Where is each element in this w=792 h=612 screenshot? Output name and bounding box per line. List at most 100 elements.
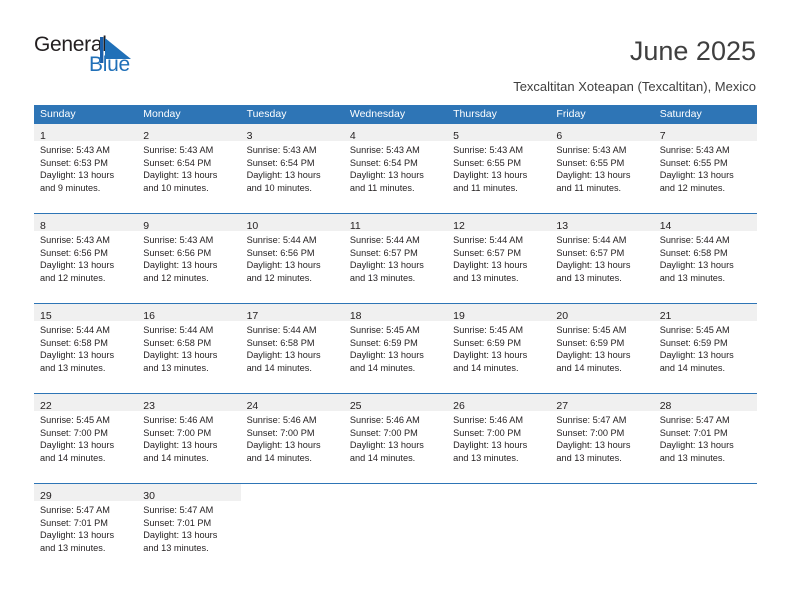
general-blue-logo[interactable]: General Blue <box>34 33 164 81</box>
day-number: 20 <box>556 310 569 322</box>
calendar-day-cell[interactable]: 26 Sunrise: 5:46 AM Sunset: 7:00 PM Dayligh… <box>447 394 551 483</box>
sunset-text: Sunset: 6:55 PM <box>453 157 522 168</box>
daylight-text-line1: Daylight: 13 hours <box>349 350 424 361</box>
daylight-text-line2: and 14 minutes. <box>40 452 106 463</box>
calendar-day-cell[interactable]: 10 Sunrise: 5:44 AM Sunset: 6:56 PM Dayligh… <box>240 214 344 303</box>
sunrise-text: Sunrise: 5:46 AM <box>143 415 214 425</box>
calendar-day-cell[interactable]: 12 Sunrise: 5:44 AM Sunset: 6:57 PM Dayligh… <box>447 214 551 303</box>
daylight-text-line2: and 14 minutes. <box>453 362 519 373</box>
day-number-band: 26 <box>447 394 551 412</box>
day-number: 12 <box>453 220 465 232</box>
page-title: June 2025 <box>629 36 756 66</box>
daylight-text-line1: Daylight: 13 hours <box>453 350 528 361</box>
daylight-text-line2: and 13 minutes. <box>556 272 622 283</box>
calendar-day-cell[interactable]: 17 Sunrise: 5:44 AM Sunset: 6:58 PM Dayligh… <box>240 304 344 393</box>
calendar-day-cell[interactable]: 7 Sunrise: 5:43 AM Sunset: 6:55 PM Daylight… <box>653 124 757 213</box>
daylight-text-line1: Daylight: 13 hours <box>659 260 734 271</box>
daylight-text-line2: and 11 minutes. <box>453 182 518 193</box>
calendar-day-cell[interactable]: 28 Sunrise: 5:47 AM Sunset: 7:01 PM Dayligh… <box>653 394 757 483</box>
day-number-band: 4 <box>343 124 448 142</box>
day-details: Sunrise: 5:43 AM Sunset: 6:53 PM Daylight:… <box>34 141 137 194</box>
daylight-text-line2: and 12 minutes. <box>40 272 106 283</box>
day-number: 14 <box>659 220 672 232</box>
calendar-day-cell[interactable]: 16 Sunrise: 5:44 AM Sunset: 6:58 PM Dayligh… <box>137 304 241 393</box>
calendar-day-cell[interactable]: 8 Sunrise: 5:43 AM Sunset: 6:56 PM Daylight… <box>34 214 138 303</box>
day-details: Sunrise: 5:45 AM Sunset: 7:00 PM Daylight:… <box>34 411 137 464</box>
sunrise-text: Sunrise: 5:43 AM <box>40 145 110 155</box>
daylight-text-line2: and 13 minutes. <box>349 272 416 283</box>
day-number-band: 16 <box>137 304 241 322</box>
daylight-text-line2: and 13 minutes. <box>453 272 519 283</box>
calendar-day-cell[interactable]: 5 Sunrise: 5:43 AM Sunset: 6:55 PM Daylight… <box>447 124 551 213</box>
day-number-band: 19 <box>447 304 551 322</box>
calendar-day-cell[interactable]: 15 Sunrise: 5:44 AM Sunset: 6:58 PM Dayligh… <box>34 304 138 393</box>
calendar-day-cell[interactable]: 19 Sunrise: 5:45 AM Sunset: 6:59 PM Dayligh… <box>447 304 551 393</box>
sunrise-text: Sunrise: 5:43 AM <box>349 145 420 155</box>
sunrise-text: Sunrise: 5:44 AM <box>349 235 420 245</box>
calendar-day-cell[interactable]: 14 Sunrise: 5:44 AM Sunset: 6:58 PM Dayligh… <box>653 214 757 303</box>
sunset-text: Sunset: 7:00 PM <box>556 427 625 438</box>
sunrise-text: Sunrise: 5:47 AM <box>40 505 110 515</box>
day-details: Sunrise: 5:44 AM Sunset: 6:58 PM Daylight:… <box>241 321 344 374</box>
calendar-day-cell[interactable]: 1 Sunrise: 5:43 AM Sunset: 6:53 PM Daylight… <box>34 124 138 213</box>
day-details: Sunrise: 5:47 AM Sunset: 7:01 PM Daylight:… <box>34 501 137 554</box>
calendar-day-cell[interactable]: 20 Sunrise: 5:45 AM Sunset: 6:59 PM Dayligh… <box>550 304 654 393</box>
calendar-day-cell[interactable]: 21 Sunrise: 5:45 AM Sunset: 6:59 PM Dayligh… <box>653 304 757 393</box>
day-details: Sunrise: 5:44 AM Sunset: 6:58 PM Daylight:… <box>34 321 137 374</box>
daylight-text-line2: and 13 minutes. <box>453 452 519 463</box>
sunset-text: Sunset: 7:01 PM <box>659 427 728 438</box>
calendar-day-cell[interactable]: 6 Sunrise: 5:43 AM Sunset: 6:55 PM Daylight… <box>550 124 654 213</box>
sunset-text: Sunset: 6:53 PM <box>40 157 108 168</box>
day-details: Sunrise: 5:45 AM Sunset: 6:59 PM Daylight:… <box>344 321 447 374</box>
day-details: Sunrise: 5:46 AM Sunset: 7:00 PM Daylight:… <box>137 411 240 464</box>
day-number-band: 22 <box>34 394 138 412</box>
sunset-text: Sunset: 6:57 PM <box>453 247 522 258</box>
daylight-text-line2: and 13 minutes. <box>143 542 209 553</box>
day-details <box>241 501 344 504</box>
sunrise-text: Sunrise: 5:44 AM <box>556 235 627 245</box>
day-details: Sunrise: 5:45 AM Sunset: 6:59 PM Daylight:… <box>447 321 550 374</box>
day-number-band: 3 <box>240 124 344 142</box>
daylight-text-line2: and 14 minutes. <box>556 362 622 373</box>
day-details: Sunrise: 5:43 AM Sunset: 6:54 PM Daylight:… <box>241 141 344 194</box>
sunrise-text: Sunrise: 5:43 AM <box>143 235 214 245</box>
calendar-day-cell[interactable]: 23 Sunrise: 5:46 AM Sunset: 7:00 PM Dayligh… <box>137 394 241 483</box>
day-number: 5 <box>453 130 459 142</box>
daylight-text-line2: and 13 minutes. <box>143 362 209 373</box>
day-number-band: 20 <box>550 304 654 322</box>
calendar-day-cell[interactable]: 13 Sunrise: 5:44 AM Sunset: 6:57 PM Dayligh… <box>550 214 654 303</box>
sunrise-text: Sunrise: 5:47 AM <box>556 415 627 425</box>
sunset-text: Sunset: 7:00 PM <box>40 427 108 438</box>
daylight-text-line1: Daylight: 13 hours <box>556 350 631 361</box>
calendar-day-cell[interactable]: 18 Sunrise: 5:45 AM Sunset: 6:59 PM Dayligh… <box>343 304 448 393</box>
day-number-band: 30 <box>137 484 241 502</box>
calendar-day-cell[interactable]: 29 Sunrise: 5:47 AM Sunset: 7:01 PM Dayligh… <box>34 484 138 573</box>
calendar-day-cell[interactable]: 25 Sunrise: 5:46 AM Sunset: 7:00 PM Dayligh… <box>343 394 448 483</box>
sunset-text: Sunset: 6:57 PM <box>556 247 625 258</box>
day-details: Sunrise: 5:44 AM Sunset: 6:58 PM Daylight:… <box>654 231 757 284</box>
calendar-day-cell[interactable]: 30 Sunrise: 5:47 AM Sunset: 7:01 PM Dayligh… <box>137 484 241 573</box>
calendar-day-cell[interactable]: 24 Sunrise: 5:46 AM Sunset: 7:00 PM Dayligh… <box>240 394 344 483</box>
calendar-day-cell[interactable]: 11 Sunrise: 5:44 AM Sunset: 6:57 PM Dayligh… <box>343 214 448 303</box>
sunrise-text: Sunrise: 5:45 AM <box>659 325 730 335</box>
daylight-text-line1: Daylight: 13 hours <box>246 350 321 361</box>
calendar-day-cell-empty <box>343 484 448 573</box>
calendar-day-cell[interactable]: 2 Sunrise: 5:43 AM Sunset: 6:54 PM Daylight… <box>137 124 241 213</box>
page-header: General Blue June 2025 Texcaltitan Xotea… <box>0 0 792 100</box>
day-number-band: 9 <box>137 214 241 232</box>
daylight-text-line2: and 14 minutes. <box>349 362 416 373</box>
day-details: Sunrise: 5:44 AM Sunset: 6:58 PM Daylight:… <box>137 321 240 374</box>
calendar-day-cell[interactable]: 4 Sunrise: 5:43 AM Sunset: 6:54 PM Daylight… <box>343 124 448 213</box>
daylight-text-line2: and 14 minutes. <box>143 452 209 463</box>
daylight-text-line2: and 11 minutes. <box>349 182 415 193</box>
day-details: Sunrise: 5:43 AM Sunset: 6:55 PM Daylight:… <box>447 141 550 194</box>
daylight-text-line2: and 14 minutes. <box>246 362 312 373</box>
calendar-day-cell[interactable]: 27 Sunrise: 5:47 AM Sunset: 7:00 PM Dayligh… <box>550 394 654 483</box>
calendar-day-cell[interactable]: 3 Sunrise: 5:43 AM Sunset: 6:54 PM Daylight… <box>240 124 344 213</box>
sunset-text: Sunset: 7:00 PM <box>453 427 522 438</box>
sunrise-text: Sunrise: 5:45 AM <box>40 415 110 425</box>
calendar-day-cell[interactable]: 22 Sunrise: 5:45 AM Sunset: 7:00 PM Dayligh… <box>34 394 138 483</box>
weekday-header-sunday: Sunday <box>40 108 76 120</box>
calendar-day-cell[interactable]: 9 Sunrise: 5:43 AM Sunset: 6:56 PM Daylight… <box>137 214 241 303</box>
day-number: 9 <box>143 220 150 232</box>
